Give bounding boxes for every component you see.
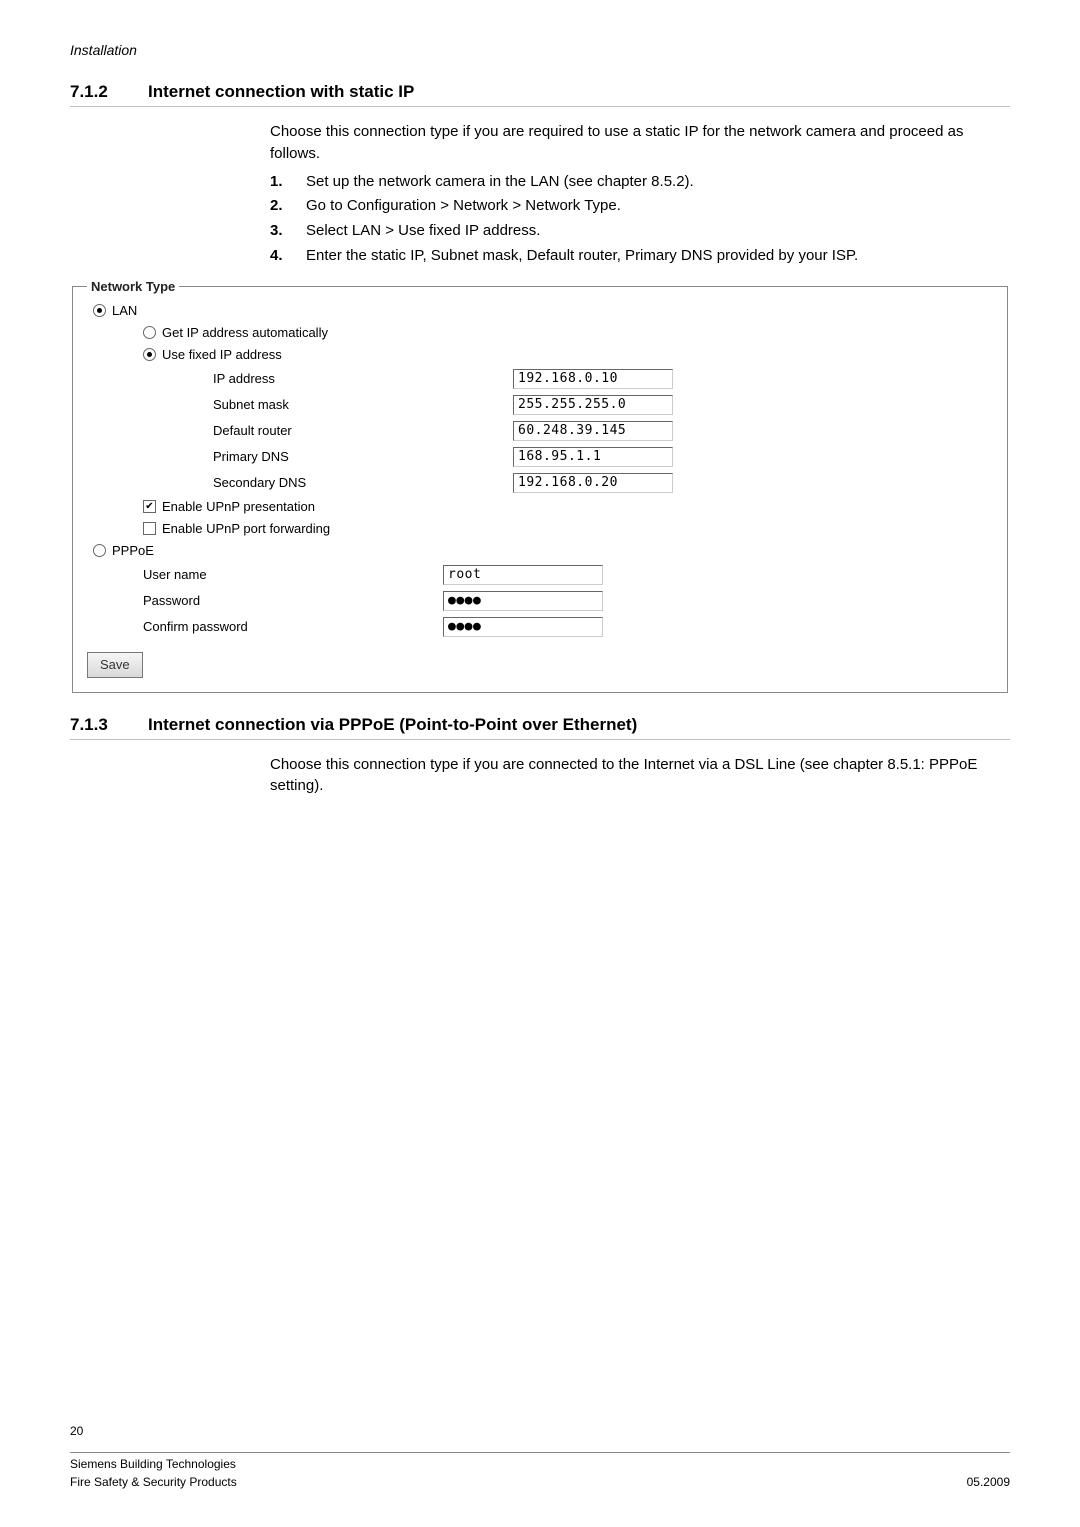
get-ip-auto-radio-row[interactable]: Get IP address automatically: [143, 322, 993, 344]
page-header: Installation: [70, 42, 1010, 58]
footer-rule: [70, 1452, 1010, 1453]
footer-company-line-1: Siemens Building Technologies: [70, 1455, 236, 1473]
radio-icon: [143, 348, 156, 361]
step-number: 2.: [270, 195, 306, 217]
save-button[interactable]: Save: [87, 652, 143, 678]
section-paragraph: Choose this connection type if you are c…: [270, 754, 1010, 798]
confirm-password-input[interactable]: ●●●●: [443, 617, 603, 637]
page-number: 20: [70, 1424, 1010, 1438]
step-text: Select LAN > Use fixed IP address.: [306, 220, 540, 242]
section-number: 7.1.2: [70, 82, 148, 102]
step-text: Set up the network camera in the LAN (se…: [306, 171, 694, 193]
section-number: 7.1.3: [70, 715, 148, 735]
lan-label: LAN: [112, 303, 137, 318]
confirm-password-label: Confirm password: [143, 619, 443, 634]
section-rule: [70, 106, 1010, 107]
page-footer: 20 Siemens Building Technologies Fire Sa…: [70, 1424, 1010, 1491]
ip-address-input[interactable]: 192.168.0.10: [513, 369, 673, 389]
radio-icon: [143, 326, 156, 339]
upnp-port-forwarding-label: Enable UPnP port forwarding: [162, 521, 330, 536]
section-title: Internet connection with static IP: [148, 82, 414, 102]
footer-date: 05.2009: [967, 1473, 1010, 1491]
use-fixed-ip-label: Use fixed IP address: [162, 347, 282, 362]
secondary-dns-input[interactable]: 192.168.0.20: [513, 473, 673, 493]
use-fixed-ip-radio-row[interactable]: Use fixed IP address: [143, 344, 993, 366]
username-label: User name: [143, 567, 443, 582]
ip-address-label: IP address: [213, 371, 513, 386]
checkbox-icon: [143, 500, 156, 513]
upnp-presentation-label: Enable UPnP presentation: [162, 499, 315, 514]
step-text: Go to Configuration > Network > Network …: [306, 195, 621, 217]
radio-icon: [93, 544, 106, 557]
upnp-presentation-checkbox-row[interactable]: Enable UPnP presentation: [143, 496, 993, 518]
secondary-dns-label: Secondary DNS: [213, 475, 513, 490]
subnet-mask-label: Subnet mask: [213, 397, 513, 412]
section-rule: [70, 739, 1010, 740]
default-router-label: Default router: [213, 423, 513, 438]
step-text: Enter the static IP, Subnet mask, Defaul…: [306, 245, 858, 267]
subnet-mask-input[interactable]: 255.255.255.0: [513, 395, 673, 415]
get-ip-auto-label: Get IP address automatically: [162, 325, 328, 340]
default-router-input[interactable]: 60.248.39.145: [513, 421, 673, 441]
step-number: 1.: [270, 171, 306, 193]
checkbox-icon: [143, 522, 156, 535]
upnp-port-forwarding-checkbox-row[interactable]: Enable UPnP port forwarding: [143, 518, 993, 540]
pppoe-label: PPPoE: [112, 543, 154, 558]
primary-dns-label: Primary DNS: [213, 449, 513, 464]
password-label: Password: [143, 593, 443, 608]
section-title: Internet connection via PPPoE (Point-to-…: [148, 715, 637, 735]
password-input[interactable]: ●●●●: [443, 591, 603, 611]
network-type-legend: Network Type: [87, 279, 179, 294]
radio-icon: [93, 304, 106, 317]
intro-paragraph: Choose this connection type if you are r…: [270, 121, 1010, 165]
step-number: 4.: [270, 245, 306, 267]
lan-radio-row[interactable]: LAN: [93, 300, 993, 322]
username-input[interactable]: root: [443, 565, 603, 585]
primary-dns-input[interactable]: 168.95.1.1: [513, 447, 673, 467]
network-type-fieldset: Network Type LAN Get IP address automati…: [72, 279, 1008, 693]
footer-company-line-2: Fire Safety & Security Products: [70, 1473, 237, 1491]
pppoe-radio-row[interactable]: PPPoE: [93, 540, 993, 562]
step-number: 3.: [270, 220, 306, 242]
